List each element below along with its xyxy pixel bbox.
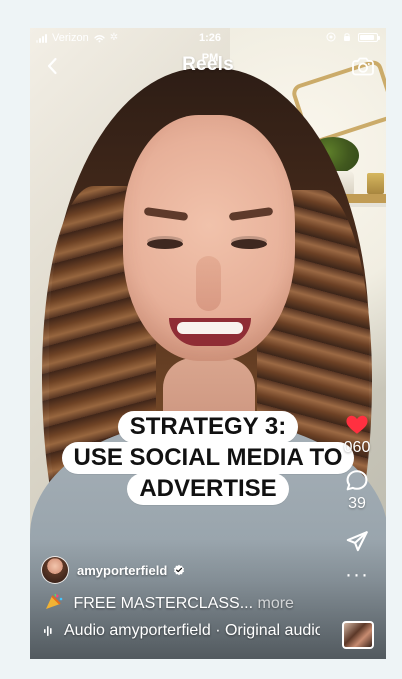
caption-line-2: USE SOCIAL MEDIA TO	[61, 442, 355, 474]
audio-thumbnail[interactable]	[342, 621, 374, 649]
reel-description[interactable]: FREE MASTERCLASS... more	[44, 593, 314, 613]
status-left-group: Verizon ✲	[36, 28, 118, 48]
camera-button[interactable]	[351, 54, 375, 78]
carrier-label: Verizon	[52, 32, 89, 44]
avatar[interactable]	[41, 556, 69, 584]
nose	[196, 256, 221, 311]
heart-icon	[346, 415, 368, 434]
likes-count: 060	[343, 439, 371, 456]
share-button[interactable]	[336, 529, 378, 555]
battery-level	[360, 34, 374, 40]
camera-icon	[352, 57, 374, 76]
audio-wave-icon	[44, 626, 52, 636]
battery-icon	[358, 32, 380, 42]
send-icon	[346, 531, 368, 552]
audio-label: Audio amyporterfield · Original audio	[64, 622, 320, 639]
activity-icon: ✲	[109, 32, 119, 43]
cell-signal-icon	[36, 33, 47, 43]
wifi-icon	[94, 34, 105, 42]
reels-header: Reels	[30, 49, 386, 83]
description-text: FREE MASTERCLASS...	[73, 595, 254, 612]
caption-line-3: ADVERTISE	[127, 473, 289, 505]
right-eye	[231, 239, 267, 249]
comments-count: 39	[348, 495, 366, 512]
creator-username[interactable]: amyporterfield	[77, 563, 167, 578]
teeth	[177, 322, 243, 334]
portrait-lock-icon	[344, 33, 350, 41]
verified-badge-icon	[174, 564, 185, 576]
reel-actions: 060 39 ···	[336, 411, 378, 586]
audio-info[interactable]: Audio amyporterfield · Original audio	[44, 622, 320, 640]
caption-line-1: STRATEGY 3:	[117, 411, 299, 443]
party-popper-icon	[46, 593, 63, 609]
status-right-group	[326, 32, 380, 42]
like-button[interactable]: 060	[336, 411, 378, 457]
page-title: Reels	[182, 54, 234, 75]
location-icon	[326, 32, 336, 42]
reel-screen: Verizon ✲ 1:26 PM Reels STRATEGY 3: USE …	[30, 28, 386, 659]
comment-icon	[346, 470, 368, 491]
comment-button[interactable]: 39	[336, 467, 378, 513]
left-eye	[147, 239, 183, 249]
status-bar: Verizon ✲ 1:26 PM	[30, 28, 386, 64]
video-caption: STRATEGY 3: USE SOCIAL MEDIA TO ADVERTIS…	[30, 411, 386, 505]
more-link[interactable]: more	[258, 595, 294, 612]
creator-row[interactable]: amyporterfield	[41, 556, 185, 584]
more-options-button[interactable]: ···	[336, 563, 378, 586]
more-icon: ···	[345, 563, 369, 586]
